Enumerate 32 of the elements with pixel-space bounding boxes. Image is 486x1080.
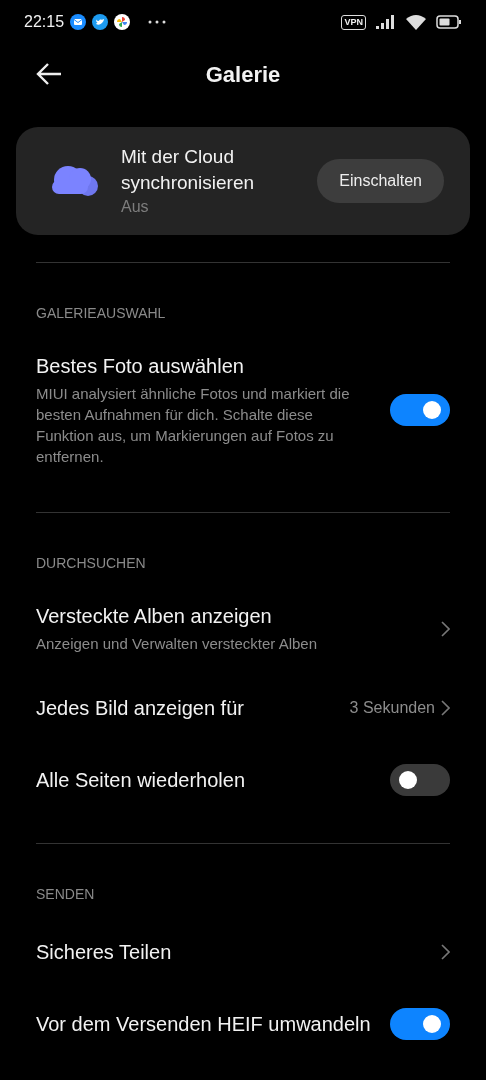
sync-status: Aus	[121, 197, 150, 217]
toggle-switch[interactable]	[390, 394, 450, 426]
setting-title: Versteckte Alben anzeigen	[36, 604, 273, 629]
setting-title: Vor dem Versenden HEIF umwandeln	[36, 1012, 372, 1037]
signal-icon	[376, 15, 396, 29]
setting-title: Jedes Bild anzeigen für	[36, 696, 245, 721]
card-title: Mit der Cloud synchronisieren	[121, 145, 256, 195]
back-icon[interactable]	[36, 62, 62, 86]
mail-icon	[70, 14, 87, 30]
page-title: Galerie	[205, 60, 281, 89]
more-icon	[148, 20, 167, 24]
setting-description: Anzeigen und Verwalten versteckter Alben	[36, 634, 318, 654]
battery-icon	[436, 15, 462, 29]
chevron-icon[interactable]	[441, 944, 450, 960]
section-header: DURCHSUCHEN	[35, 554, 147, 573]
pinwheel-icon	[114, 14, 131, 30]
setting-title: Sicheres Teilen	[36, 940, 173, 965]
wifi-icon	[406, 14, 426, 30]
vpn-badge: VPN	[341, 14, 366, 30]
setting-value: 3 Sekunden	[349, 698, 435, 718]
chevron-icon[interactable]	[441, 700, 450, 716]
chevron-icon[interactable]	[441, 620, 450, 637]
setting-title: Bestes Foto auswählen	[36, 354, 245, 379]
toggle-switch[interactable]	[390, 1008, 450, 1040]
section-header: GALERIEAUSWAHL	[35, 304, 167, 323]
setting-description: MIUI analysiert ähnliche Fotos und markiert die besten Aufnahmen für dich. Schalte diese Funktion aus, um Markierungen auf Fotos zu entfernen.	[36, 384, 351, 467]
bird-icon	[92, 14, 109, 30]
enable-button[interactable]: Einschalten	[317, 159, 444, 203]
status-time: 22:15	[24, 12, 65, 32]
setting-title: Alle Seiten wiederholen	[36, 768, 247, 793]
toggle-switch[interactable]	[390, 764, 450, 796]
section-header: SENDEN	[35, 885, 96, 904]
